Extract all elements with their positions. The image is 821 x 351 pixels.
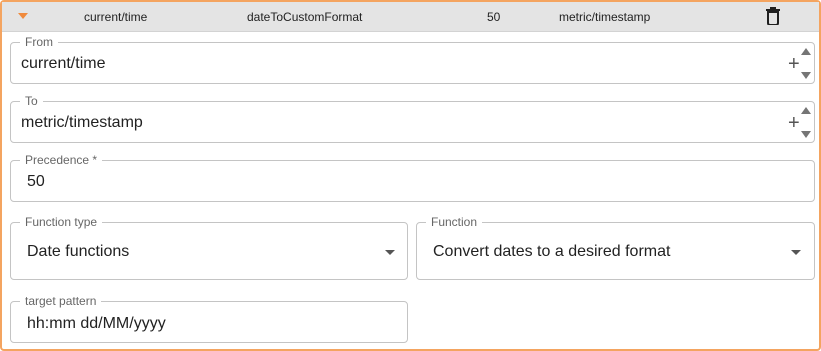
precedence-value[interactable]: 50 bbox=[27, 173, 45, 191]
function-select[interactable]: Function Convert dates to a desired form… bbox=[416, 215, 815, 280]
header-precedence: 50 bbox=[487, 10, 501, 24]
function-type-select[interactable]: Function type Date functions bbox=[10, 215, 408, 280]
plus-icon[interactable]: + bbox=[788, 113, 800, 133]
from-field[interactable]: From current/time + bbox=[10, 35, 815, 84]
to-label: To bbox=[20, 94, 43, 108]
function-type-value[interactable]: Date functions bbox=[27, 243, 129, 261]
to-value[interactable]: metric/timestamp bbox=[21, 114, 143, 132]
dropdown-arrow-icon[interactable] bbox=[791, 250, 801, 255]
precedence-label: Precedence * bbox=[20, 153, 103, 167]
arrow-down-icon[interactable] bbox=[801, 72, 811, 79]
mapping-panel: current/time dateToCustomFormat 50 metri… bbox=[0, 0, 821, 351]
dropdown-arrow-icon[interactable] bbox=[385, 250, 395, 255]
to-field[interactable]: To metric/timestamp + bbox=[10, 94, 815, 143]
header-from: current/time bbox=[84, 10, 148, 24]
function-type-label: Function type bbox=[20, 215, 103, 229]
function-label: Function bbox=[426, 215, 483, 229]
function-value[interactable]: Convert dates to a desired format bbox=[433, 243, 670, 261]
arrow-down-icon[interactable] bbox=[801, 131, 811, 138]
arrow-up-icon[interactable] bbox=[801, 107, 811, 114]
plus-icon[interactable]: + bbox=[788, 54, 800, 74]
arrow-up-icon[interactable] bbox=[801, 48, 811, 55]
target-pattern-value[interactable]: hh:mm dd/MM/yyyy bbox=[27, 315, 166, 333]
target-pattern-field[interactable]: target pattern hh:mm dd/MM/yyyy bbox=[10, 294, 408, 343]
precedence-field[interactable]: Precedence * 50 bbox=[10, 153, 815, 202]
header-function: dateToCustomFormat bbox=[247, 10, 363, 24]
caret-down-icon[interactable] bbox=[18, 13, 28, 19]
mapping-header-row[interactable]: current/time dateToCustomFormat 50 metri… bbox=[2, 2, 819, 32]
from-value[interactable]: current/time bbox=[21, 55, 105, 73]
header-to: metric/timestamp bbox=[559, 10, 651, 24]
target-pattern-label: target pattern bbox=[20, 294, 102, 308]
from-label: From bbox=[20, 35, 58, 49]
trash-icon[interactable] bbox=[766, 7, 780, 25]
